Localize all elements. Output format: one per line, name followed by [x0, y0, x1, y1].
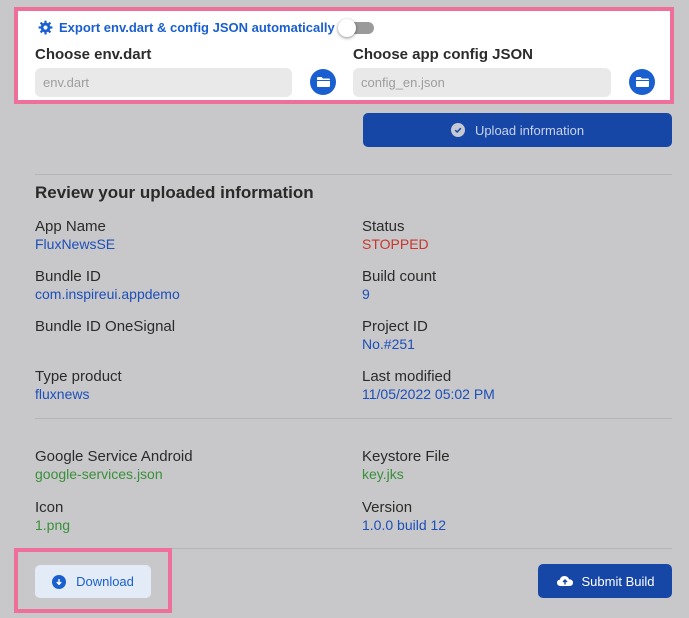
download-button[interactable]: Download	[35, 565, 151, 598]
keystore-label: Keystore File	[362, 448, 450, 465]
bundle-id-value: com.inspireui.appdemo	[35, 286, 180, 302]
export-row: Export env.dart & config JSON automatica…	[38, 20, 335, 35]
keystore-file-link[interactable]: key.jks	[362, 466, 404, 482]
divider	[35, 174, 672, 175]
project-id-value: No.#251	[362, 336, 415, 352]
upload-information-button[interactable]: Upload information	[363, 113, 672, 147]
project-id-label: Project ID	[362, 318, 428, 335]
env-input[interactable]: env.dart	[35, 68, 292, 97]
icon-label: Icon	[35, 499, 64, 516]
cloud-upload-icon	[556, 576, 573, 586]
env-label: Choose env.dart	[35, 46, 152, 63]
google-service-label: Google Service Android	[35, 448, 193, 465]
version-label: Version	[362, 499, 413, 516]
last-modified-value: 11/05/2022 05:02 PM	[362, 386, 495, 402]
status-label: Status	[362, 218, 405, 235]
google-service-file-link[interactable]: google-services.json	[35, 466, 163, 482]
icon-file-link[interactable]: 1.png	[35, 517, 70, 533]
divider	[35, 418, 672, 419]
upload-information-label: Upload information	[474, 122, 585, 138]
status-value: STOPPED	[362, 236, 429, 252]
export-toggle[interactable]	[338, 19, 376, 37]
config-json-label: Choose app config JSON	[353, 46, 534, 63]
version-value: 1.0.0 build 12	[362, 517, 447, 533]
folder-icon	[316, 77, 330, 87]
gear-icon	[38, 20, 53, 35]
download-label: Download	[76, 574, 134, 589]
check-circle-icon	[450, 123, 465, 137]
app-name-label: App Name	[35, 218, 106, 235]
build-count-value: 9	[362, 286, 370, 302]
export-label: Export env.dart & config JSON automatica…	[59, 20, 335, 35]
folder-icon	[635, 77, 649, 87]
submit-build-button[interactable]: Submit Build	[538, 564, 672, 598]
app-name-value: FluxNewsSE	[35, 236, 116, 252]
toggle-knob	[338, 19, 356, 37]
review-title: Review your uploaded information	[35, 183, 314, 202]
type-product-label: Type product	[35, 368, 122, 385]
type-product-value: fluxnews	[35, 386, 90, 402]
config-json-input[interactable]: config_en.json	[353, 68, 611, 97]
config-folder-button[interactable]	[629, 69, 655, 95]
last-modified-label: Last modified	[362, 368, 452, 385]
download-icon	[52, 574, 67, 589]
submit-build-label: Submit Build	[581, 573, 655, 589]
bundle-id-onesignal-label: Bundle ID OneSignal	[35, 318, 176, 335]
env-folder-button[interactable]	[310, 69, 336, 95]
config-panel: Export env.dart & config JSON automatica…	[14, 7, 674, 104]
bundle-id-label: Bundle ID	[35, 268, 101, 285]
build-count-label: Build count	[362, 268, 437, 285]
